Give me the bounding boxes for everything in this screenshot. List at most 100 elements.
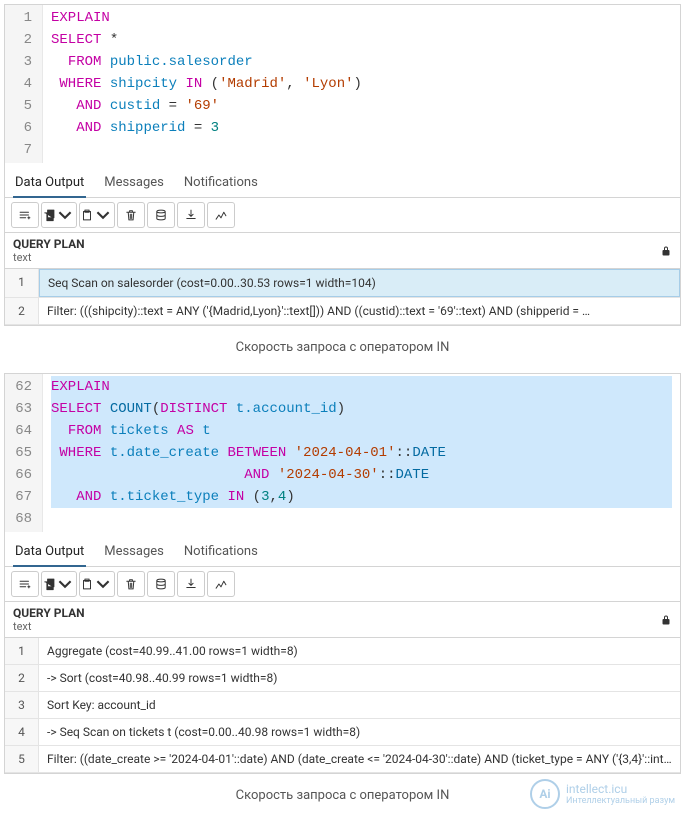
paste-button[interactable] bbox=[79, 202, 115, 228]
tab-messages[interactable]: Messages bbox=[102, 538, 166, 566]
code-area[interactable]: EXPLAINSELECT * FROM public.salesorder W… bbox=[43, 5, 680, 163]
column-header-1: QUERY PLAN text bbox=[5, 233, 680, 269]
column-header-2: QUERY PLAN text bbox=[5, 602, 680, 638]
line-number: 67 bbox=[11, 486, 32, 508]
query-plan-cell[interactable]: Sort Key: account_id bbox=[39, 692, 680, 718]
tab-notifications[interactable]: Notifications bbox=[182, 538, 260, 566]
chart-icon bbox=[214, 577, 228, 591]
line-number: 66 bbox=[11, 464, 32, 486]
gutter: 62636465666768 bbox=[5, 374, 43, 532]
code-line[interactable]: AND custid = '69' bbox=[51, 95, 672, 117]
add-row-button[interactable] bbox=[11, 571, 39, 597]
code-line[interactable]: EXPLAIN bbox=[51, 7, 672, 29]
chart-button[interactable] bbox=[207, 571, 235, 597]
result-grid-2: 1Aggregate (cost=40.99..41.00 rows=1 wid… bbox=[5, 638, 680, 773]
database-button[interactable] bbox=[147, 202, 175, 228]
sql-editor-1[interactable]: 1234567EXPLAINSELECT * FROM public.sales… bbox=[5, 5, 680, 163]
trash-icon bbox=[124, 577, 138, 591]
line-number: 65 bbox=[11, 442, 32, 464]
paste-icon bbox=[80, 208, 94, 222]
copy-button[interactable] bbox=[41, 571, 77, 597]
row-index: 1 bbox=[5, 638, 39, 664]
code-line[interactable]: AND t.ticket_type IN (3,4) bbox=[51, 486, 672, 508]
paste-button[interactable] bbox=[79, 571, 115, 597]
line-number: 2 bbox=[11, 29, 32, 51]
copy-button[interactable] bbox=[41, 202, 77, 228]
line-number: 1 bbox=[11, 7, 32, 29]
column-type: text bbox=[13, 251, 85, 264]
code-line[interactable]: SELECT COUNT(DISTINCT t.account_id) bbox=[51, 398, 672, 420]
database-button[interactable] bbox=[147, 571, 175, 597]
row-index: 3 bbox=[5, 692, 39, 718]
download-icon bbox=[184, 208, 198, 222]
code-line[interactable]: FROM public.salesorder bbox=[51, 51, 672, 73]
caption-1: Скорость запроса с оператором IN bbox=[0, 330, 685, 369]
add-row-icon bbox=[18, 577, 32, 591]
code-area[interactable]: EXPLAINSELECT COUNT(DISTINCT t.account_i… bbox=[43, 374, 680, 532]
trash-button[interactable] bbox=[117, 571, 145, 597]
line-number: 68 bbox=[11, 508, 32, 530]
line-number: 62 bbox=[11, 376, 32, 398]
trash-icon bbox=[124, 208, 138, 222]
add-row-button[interactable] bbox=[11, 202, 39, 228]
query-plan-cell[interactable]: -> Sort (cost=40.98..40.99 rows=1 width=… bbox=[39, 665, 680, 691]
sql-editor-2[interactable]: 62636465666768EXPLAINSELECT COUNT(DISTIN… bbox=[5, 374, 680, 532]
tab-messages[interactable]: Messages bbox=[102, 169, 166, 197]
table-row[interactable]: 1Aggregate (cost=40.99..41.00 rows=1 wid… bbox=[5, 638, 680, 665]
table-row[interactable]: 5 Filter: ((date_create >= '2024-04-01':… bbox=[5, 746, 680, 773]
line-number: 4 bbox=[11, 73, 32, 95]
row-index: 5 bbox=[5, 746, 39, 772]
line-number: 5 bbox=[11, 95, 32, 117]
code-line[interactable]: AND shipperid = 3 bbox=[51, 117, 672, 139]
column-type: text bbox=[13, 620, 85, 633]
result-toolbar-2 bbox=[5, 567, 680, 602]
line-number: 3 bbox=[11, 51, 32, 73]
row-index: 2 bbox=[5, 665, 39, 691]
table-row[interactable]: 1Seq Scan on salesorder (cost=0.00..30.5… bbox=[5, 269, 680, 298]
line-number: 64 bbox=[11, 420, 32, 442]
code-line[interactable]: WHERE t.date_create BETWEEN '2024-04-01'… bbox=[51, 442, 672, 464]
copy-icon bbox=[42, 577, 56, 591]
chart-icon bbox=[214, 208, 228, 222]
copy-icon bbox=[42, 208, 56, 222]
code-line[interactable]: EXPLAIN bbox=[51, 376, 672, 398]
code-line[interactable]: AND '2024-04-30'::DATE bbox=[51, 464, 672, 486]
tab-data-output[interactable]: Data Output bbox=[13, 538, 86, 567]
row-index: 2 bbox=[5, 298, 39, 324]
query-plan-cell[interactable]: Seq Scan on salesorder (cost=0.00..30.53… bbox=[39, 269, 680, 297]
download-button[interactable] bbox=[177, 571, 205, 597]
line-number: 63 bbox=[11, 398, 32, 420]
row-index: 4 bbox=[5, 719, 39, 745]
result-tabs-2: Data Output Messages Notifications bbox=[5, 532, 680, 567]
result-tabs-1: Data Output Messages Notifications bbox=[5, 163, 680, 198]
lock-icon bbox=[660, 614, 672, 626]
line-number: 7 bbox=[11, 139, 32, 161]
code-line[interactable]: FROM tickets AS t bbox=[51, 420, 672, 442]
gutter: 1234567 bbox=[5, 5, 43, 163]
query-plan-cell[interactable]: -> Seq Scan on tickets t (cost=0.00..40.… bbox=[39, 719, 680, 745]
database-icon bbox=[154, 577, 168, 591]
query-panel-1: 1234567EXPLAINSELECT * FROM public.sales… bbox=[4, 4, 681, 326]
result-grid-1: 1Seq Scan on salesorder (cost=0.00..30.5… bbox=[5, 269, 680, 325]
line-number: 6 bbox=[11, 117, 32, 139]
query-plan-cell[interactable]: Filter: ((date_create >= '2024-04-01'::d… bbox=[39, 746, 680, 772]
query-plan-cell[interactable]: Aggregate (cost=40.99..41.00 rows=1 widt… bbox=[39, 638, 680, 664]
download-button[interactable] bbox=[177, 202, 205, 228]
trash-button[interactable] bbox=[117, 202, 145, 228]
paste-icon bbox=[80, 577, 94, 591]
code-line[interactable]: SELECT * bbox=[51, 29, 672, 51]
caption-2: Скорость запроса с оператором IN bbox=[0, 778, 685, 817]
query-panel-2: 62636465666768EXPLAINSELECT COUNT(DISTIN… bbox=[4, 373, 681, 774]
code-line[interactable]: WHERE shipcity IN ('Madrid', 'Lyon') bbox=[51, 73, 672, 95]
column-name: QUERY PLAN bbox=[13, 606, 85, 620]
table-row[interactable]: 4 -> Seq Scan on tickets t (cost=0.00..4… bbox=[5, 719, 680, 746]
add-row-icon bbox=[18, 208, 32, 222]
tab-notifications[interactable]: Notifications bbox=[182, 169, 260, 197]
query-plan-cell[interactable]: Filter: (((shipcity)::text = ANY ('{Madr… bbox=[39, 298, 680, 324]
lock-icon bbox=[660, 245, 672, 257]
table-row[interactable]: 2 Filter: (((shipcity)::text = ANY ('{Ma… bbox=[5, 298, 680, 325]
chart-button[interactable] bbox=[207, 202, 235, 228]
tab-data-output[interactable]: Data Output bbox=[13, 169, 86, 198]
database-icon bbox=[154, 208, 168, 222]
table-row[interactable]: 2 -> Sort (cost=40.98..40.99 rows=1 widt… bbox=[5, 665, 680, 692]
